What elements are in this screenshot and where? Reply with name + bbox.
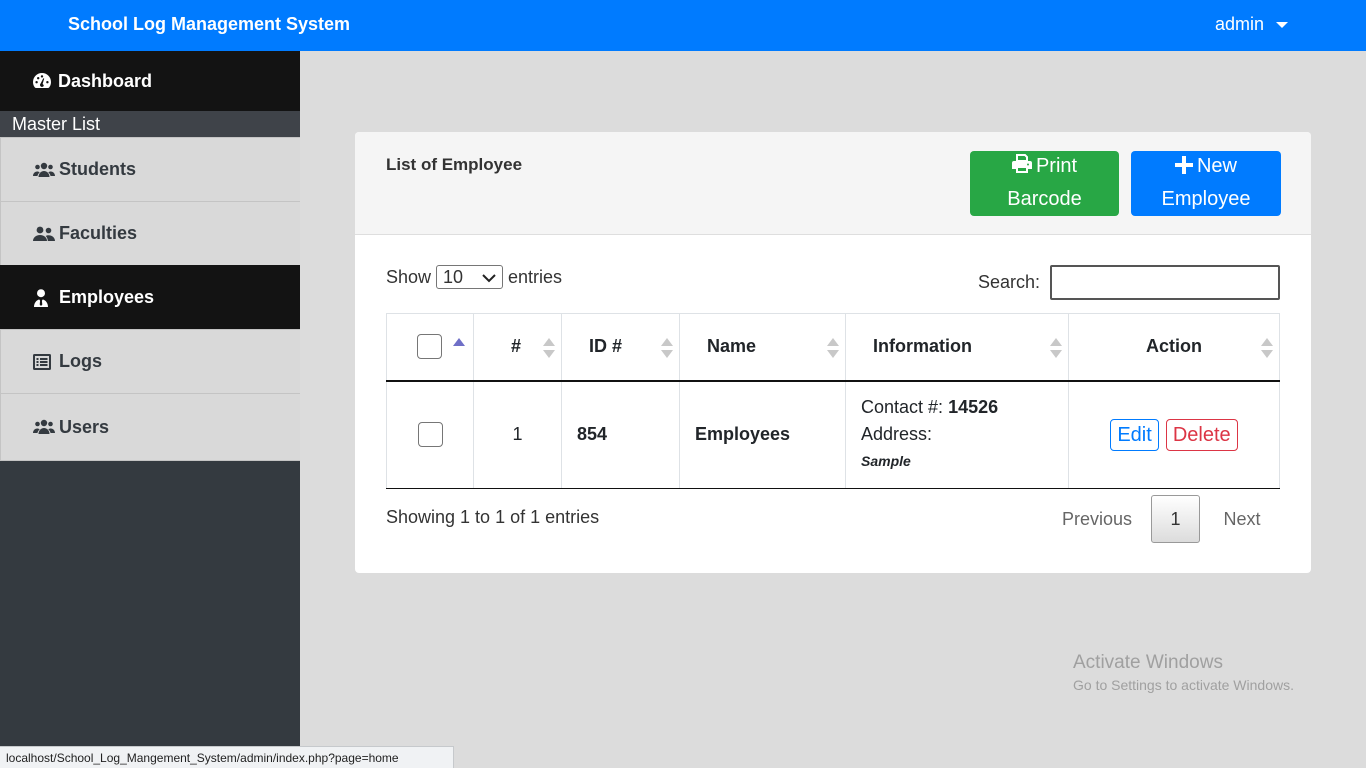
column-header-information[interactable]: Information: [845, 313, 1069, 382]
pagination-page-1[interactable]: 1: [1151, 495, 1200, 543]
pagination: Previous 1 Next: [1043, 495, 1284, 543]
sort-icon: [1050, 338, 1062, 360]
row-number: 1: [473, 380, 562, 489]
column-label: ID #: [589, 336, 623, 357]
sidebar-item-dashboard[interactable]: Dashboard: [0, 51, 300, 111]
select-all-checkbox[interactable]: [417, 334, 442, 360]
chevron-down-icon: [482, 267, 496, 288]
watermark-subtitle: Go to Settings to activate Windows.: [1073, 677, 1294, 693]
sort-icon: [827, 338, 839, 360]
user-friends-icon: [33, 225, 55, 243]
row-select-cell: [386, 380, 474, 489]
print-barcode-button[interactable]: Print Barcode: [970, 151, 1119, 216]
print-button-label-2: Barcode: [1007, 188, 1082, 210]
row-id: 854: [561, 380, 680, 489]
top-navbar: School Log Management System admin: [0, 0, 1366, 51]
sidebar-item-employees[interactable]: Employees: [0, 265, 300, 329]
address-label: Address:: [861, 424, 933, 445]
column-label: Action: [1146, 336, 1202, 357]
sort-icon: [661, 338, 673, 360]
employee-list-card: List of Employee Print Barcode New Emplo…: [355, 132, 1311, 573]
print-icon: [1011, 153, 1032, 184]
pagination-previous[interactable]: Previous: [1043, 509, 1151, 530]
users-icon: [33, 161, 55, 179]
column-label: Information: [873, 336, 972, 357]
sidebar-item-label: Logs: [59, 351, 102, 371]
search-control: Search:: [978, 265, 1281, 300]
sidebar-item-logs[interactable]: Logs: [0, 329, 300, 393]
sidebar-item-students[interactable]: Students: [0, 137, 300, 201]
browser-status-bar: localhost/School_Log_Mangement_System/ad…: [0, 746, 454, 768]
page-size-value: 10: [443, 266, 464, 287]
entries-label: entries: [508, 266, 563, 287]
user-menu-dropdown[interactable]: admin: [1215, 14, 1289, 35]
pagination-next[interactable]: Next: [1200, 509, 1284, 530]
row-name: Employees: [679, 380, 846, 489]
sidebar-item-label: Students: [59, 159, 137, 179]
sidebar-item-label: Employees: [59, 287, 155, 307]
search-input[interactable]: [1050, 265, 1281, 300]
column-header-id[interactable]: ID #: [561, 313, 680, 382]
column-label: Name: [707, 336, 757, 357]
watermark-title: Activate Windows: [1073, 652, 1223, 673]
activate-windows-watermark: Activate Windows Go to Settings to activ…: [1073, 652, 1294, 693]
table-row: 1 854 Employees Contact #: 14526 Address…: [386, 380, 1280, 489]
contact-line: Contact #: 14526: [861, 394, 1068, 421]
row-actions: Edit Delete: [1068, 380, 1280, 489]
caret-down-icon: [1276, 21, 1289, 28]
new-button-label: New: [1196, 155, 1237, 177]
column-header-number[interactable]: #: [473, 313, 562, 382]
sidebar-item-label: Users: [59, 416, 110, 437]
search-label: Search:: [978, 272, 1041, 292]
user-name: admin: [1215, 14, 1265, 34]
select-all-header[interactable]: [386, 313, 474, 382]
address-value: Sample: [861, 453, 911, 470]
page-size-select[interactable]: 10: [436, 265, 504, 289]
sidebar-item-label: Dashboard: [58, 70, 153, 91]
edit-button[interactable]: Edit: [1110, 418, 1159, 451]
sidebar-item-label: Faculties: [59, 223, 138, 243]
sort-icon: [1261, 338, 1273, 360]
employee-table: # ID # Name Information Action 1 854 Emp…: [386, 313, 1280, 489]
users-icon: [33, 418, 55, 436]
sidebar: Dashboard Master List Students Faculties…: [0, 51, 300, 768]
card-header: List of Employee Print Barcode New Emplo…: [355, 132, 1311, 235]
card-title: List of Employee: [386, 155, 523, 174]
sidebar-item-users[interactable]: Users: [0, 393, 300, 461]
list-alt-icon: [33, 353, 55, 371]
sort-asc-icon: [453, 338, 465, 346]
contact-value: 14526: [948, 397, 999, 418]
column-header-name[interactable]: Name: [679, 313, 846, 382]
user-tie-icon: [33, 288, 55, 307]
row-information: Contact #: 14526 Address: Sample: [845, 380, 1069, 489]
print-button-label: Print: [1035, 155, 1078, 177]
sidebar-section-header: Master List: [0, 111, 300, 137]
tachometer-icon: [32, 72, 54, 90]
contact-label: Contact #:: [861, 397, 944, 418]
column-header-action[interactable]: Action: [1068, 313, 1280, 382]
show-entries-control: Show 10 entries: [386, 265, 562, 289]
sort-icon: [543, 338, 555, 360]
new-employee-button[interactable]: New Employee: [1131, 151, 1281, 216]
row-checkbox[interactable]: [417, 422, 443, 448]
show-label: Show: [386, 266, 432, 287]
table-info: Showing 1 to 1 of 1 entries: [386, 507, 600, 527]
delete-button[interactable]: Delete: [1165, 418, 1238, 451]
new-button-label-2: Employee: [1161, 188, 1251, 210]
plus-icon: [1174, 153, 1193, 184]
app-title[interactable]: School Log Management System: [68, 14, 350, 35]
table-header-row: # ID # Name Information Action: [386, 313, 1280, 382]
sidebar-item-faculties[interactable]: Faculties: [0, 201, 300, 265]
column-label: #: [511, 336, 522, 357]
